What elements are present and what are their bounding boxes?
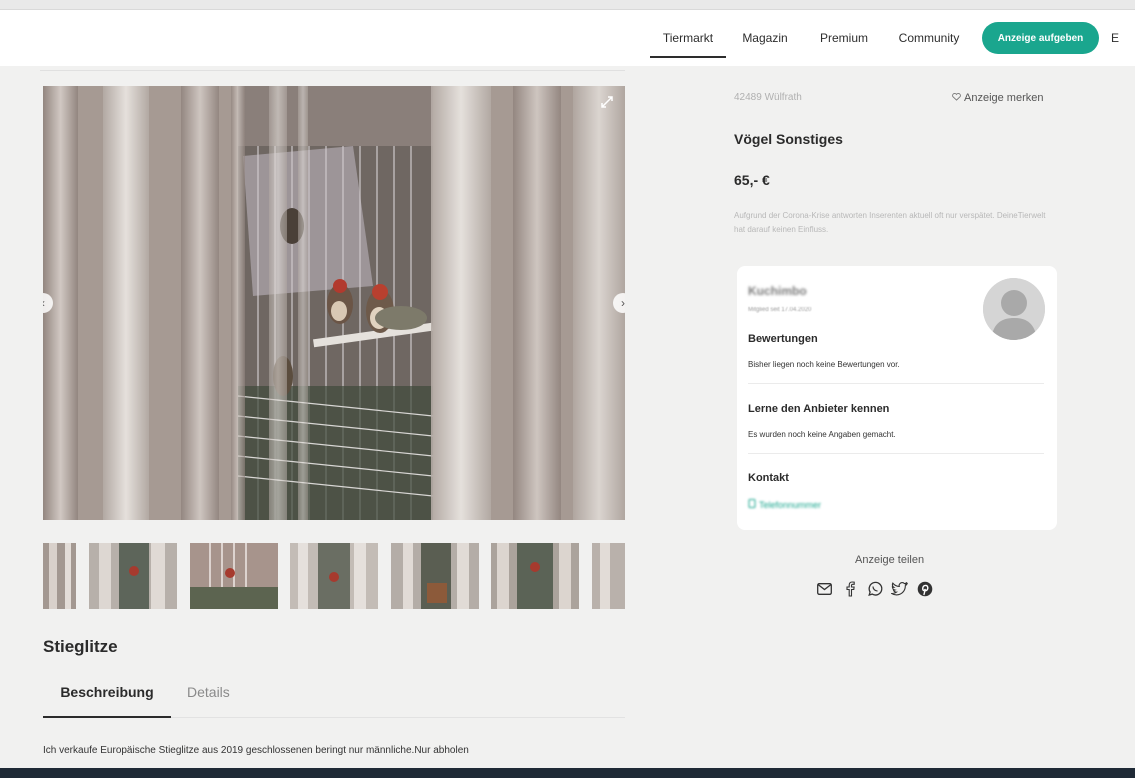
thumbnail-strip <box>43 543 625 609</box>
divider <box>748 383 1044 384</box>
ratings-text: Bisher liegen noch keine Bewertungen vor… <box>748 360 900 369</box>
whatsapp-icon[interactable] <box>866 580 883 597</box>
listing-price: 65,- € <box>734 172 770 188</box>
post-ad-button[interactable]: Anzeige aufgeben <box>982 22 1099 54</box>
nav-cut-off-item[interactable]: E <box>1111 31 1119 45</box>
seller-name[interactable]: Kuchimbo <box>748 284 807 298</box>
pinterest-icon[interactable] <box>916 580 933 597</box>
nav-premium[interactable]: Premium <box>804 10 884 66</box>
main-listing-photo[interactable]: ‹ › <box>43 86 625 520</box>
divider <box>40 70 625 71</box>
contact-heading: Kontakt <box>748 472 789 484</box>
thumbnail[interactable] <box>592 543 625 609</box>
about-text: Es wurden noch keine Angaben gemacht. <box>748 430 896 439</box>
heart-icon <box>952 92 961 104</box>
user-silhouette-icon <box>983 278 1045 340</box>
avatar <box>983 278 1045 340</box>
phone-number-link[interactable]: Telefonnummer <box>748 499 821 510</box>
bird-cage-photo <box>43 86 625 520</box>
nav-tiermarkt[interactable]: Tiermarkt <box>650 10 726 66</box>
nav-magazin[interactable]: Magazin <box>726 10 804 66</box>
share-label: Anzeige teilen <box>855 554 925 566</box>
seller-card: Kuchimbo Mitglied seit 17.04.2020 Bewert… <box>737 266 1057 530</box>
tab-beschreibung[interactable]: Beschreibung <box>43 684 171 718</box>
listing-tabs: Beschreibung Details <box>43 684 625 718</box>
site-header: Tiermarkt Magazin Premium Community Anze… <box>0 10 1135 66</box>
thumbnail[interactable] <box>491 543 579 609</box>
nav-community[interactable]: Community <box>884 10 974 66</box>
thumbnail[interactable] <box>391 543 479 609</box>
tab-details[interactable]: Details <box>187 684 230 718</box>
listing-location: 42489 Wülfrath <box>734 92 802 103</box>
share-icons <box>816 580 933 597</box>
corona-notice: Aufgrund der Corona-Krise antworten Inse… <box>734 211 1046 234</box>
facebook-icon[interactable] <box>841 580 858 597</box>
expand-icon[interactable] <box>599 94 615 110</box>
about-heading: Lerne den Anbieter kennen <box>748 403 890 415</box>
thumbnail[interactable] <box>290 543 378 609</box>
listing-category: Vögel Sonstiges <box>734 131 843 147</box>
browser-chrome-strip <box>0 0 1135 10</box>
thumbnail[interactable] <box>43 543 76 609</box>
member-since: Mitglied seit 17.04.2020 <box>748 307 812 313</box>
twitter-icon[interactable] <box>891 580 908 597</box>
ratings-heading: Bewertungen <box>748 333 818 345</box>
os-taskbar <box>0 768 1135 778</box>
phone-link-label: Telefonnummer <box>759 499 822 510</box>
bookmark-label: Anzeige merken <box>964 92 1044 104</box>
thumbnail[interactable] <box>89 543 177 609</box>
phone-icon <box>748 499 756 510</box>
listing-title: Stieglitze <box>43 637 118 656</box>
divider <box>748 453 1044 454</box>
main-nav: Tiermarkt Magazin Premium Community Anze… <box>650 10 1119 66</box>
mail-icon[interactable] <box>816 580 833 597</box>
bookmark-button[interactable]: Anzeige merken <box>952 92 1044 104</box>
thumbnail[interactable] <box>190 543 278 609</box>
listing-description: Ich verkaufe Europäische Stieglitze aus … <box>43 745 469 756</box>
